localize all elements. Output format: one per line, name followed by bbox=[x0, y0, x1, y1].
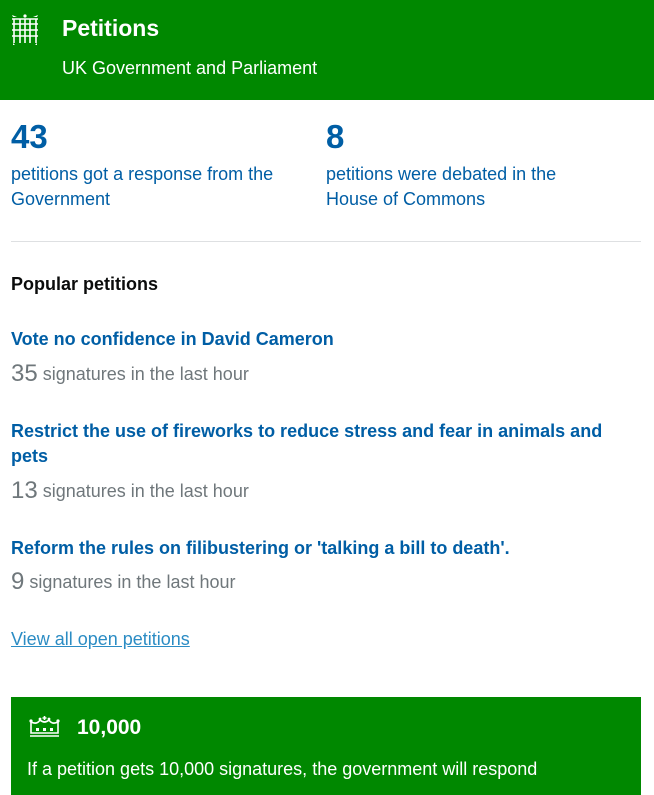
signature-count: 35 bbox=[11, 360, 38, 387]
threshold-number: 10,000 bbox=[77, 716, 142, 739]
petition-signatures-3: 9 signatures in the last hour bbox=[11, 569, 235, 595]
petition-signatures-2: 13 signatures in the last hour bbox=[11, 478, 249, 504]
stat-debated-text: petitions were debated in the House of C… bbox=[326, 164, 557, 209]
site-header: Petitions UK Government and Parliament bbox=[0, 0, 654, 100]
site-subtitle: UK Government and Parliament bbox=[62, 58, 318, 78]
section-divider bbox=[11, 241, 641, 242]
threshold-banner: 10,000 If a petition gets 10,000 signatu… bbox=[11, 697, 641, 795]
stat-responded-text: petitions got a response from the Govern… bbox=[11, 164, 274, 209]
threshold-text: If a petition gets 10,000 signatures, th… bbox=[27, 759, 538, 779]
view-all-petitions-link[interactable]: View all open petitions bbox=[11, 628, 190, 650]
signature-suffix: signatures in the last hour bbox=[24, 572, 236, 592]
petition-signatures-1: 35 signatures in the last hour bbox=[11, 361, 249, 387]
stat-responded-link[interactable]: 43 petitions got a response from the Gov… bbox=[11, 118, 311, 212]
signature-suffix: signatures in the last hour bbox=[37, 364, 249, 384]
petition-link-1[interactable]: Vote no confidence in David Cameron bbox=[11, 327, 643, 352]
portcullis-icon bbox=[12, 14, 38, 45]
stat-responded-number: 43 bbox=[11, 118, 48, 155]
stat-debated-number: 8 bbox=[326, 118, 345, 155]
petition-link-2[interactable]: Restrict the use of fireworks to reduce … bbox=[11, 419, 643, 469]
crown-icon bbox=[29, 716, 60, 737]
signature-suffix: signatures in the last hour bbox=[37, 481, 249, 501]
site-title[interactable]: Petitions bbox=[62, 14, 159, 42]
signature-count: 13 bbox=[11, 477, 38, 504]
popular-petitions-heading: Popular petitions bbox=[11, 274, 159, 294]
petition-link-3[interactable]: Reform the rules on filibustering or 'ta… bbox=[11, 536, 643, 561]
stat-debated-link[interactable]: 8 petitions were debated in the House of… bbox=[326, 118, 626, 212]
signature-count: 9 bbox=[11, 568, 25, 595]
